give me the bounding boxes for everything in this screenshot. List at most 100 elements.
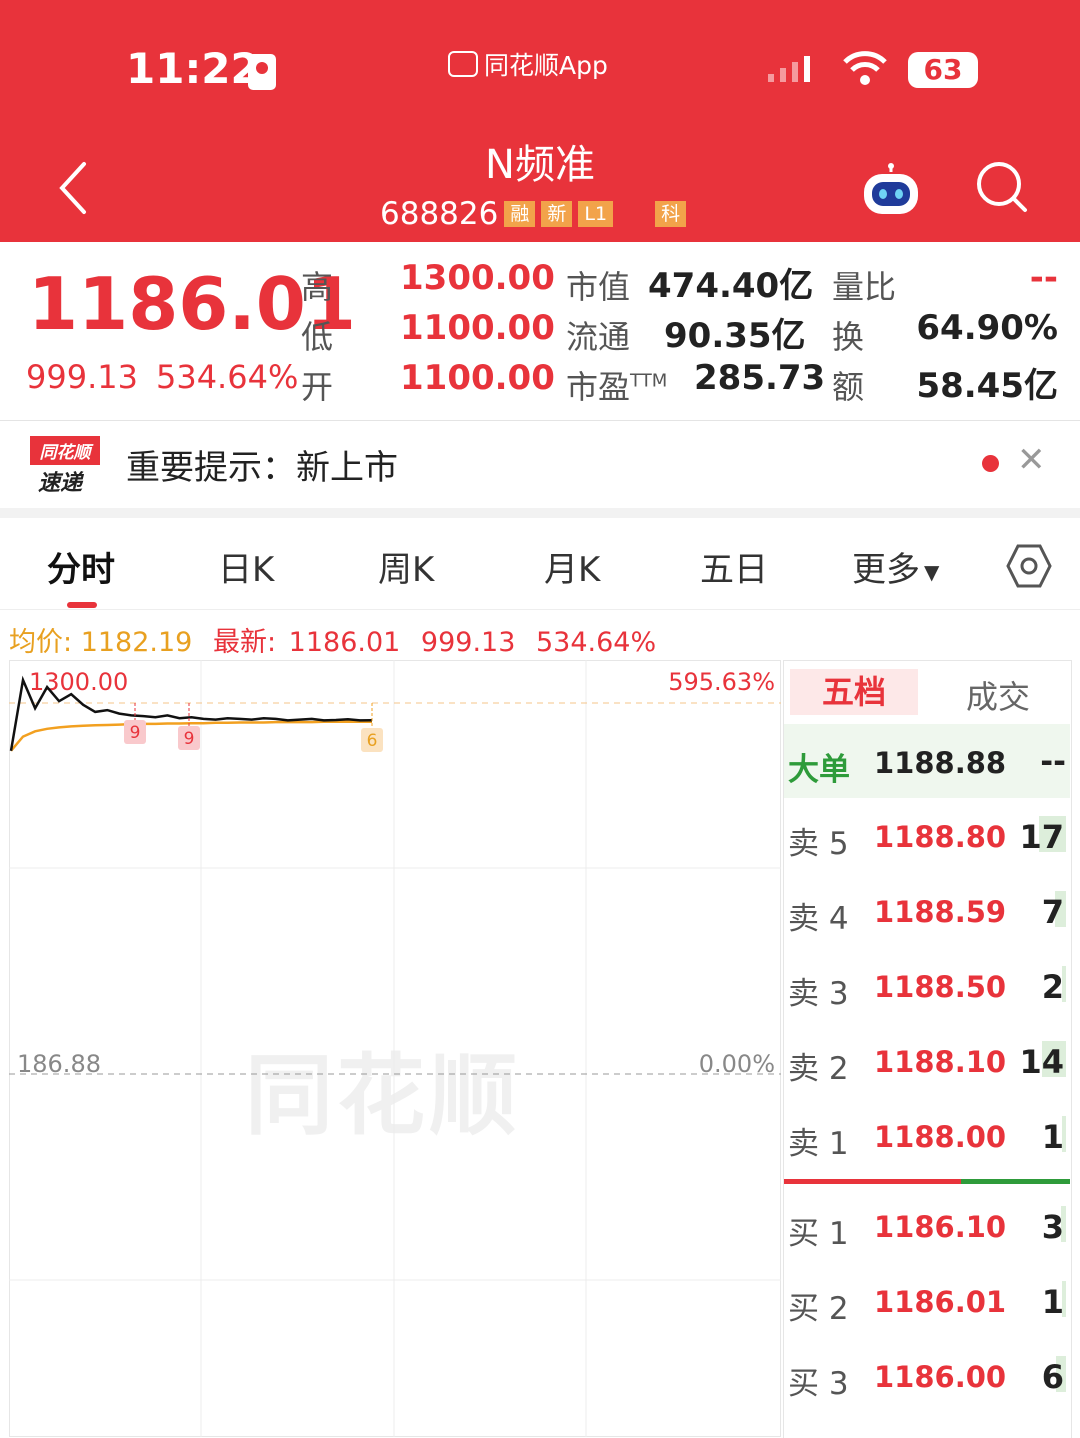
avg-label: 均价: (9, 627, 73, 658)
latest-change-pct: 534.64% (535, 627, 657, 658)
asks-level-volume: 2 (1041, 968, 1064, 1006)
bids-level-price[interactable]: 1186.00 (874, 1360, 1006, 1394)
pe-label: 市盈TTM (566, 362, 667, 408)
event-marker[interactable]: 9 (178, 703, 200, 750)
search-icon[interactable] (975, 160, 1029, 220)
notice-text[interactable]: 重要提示：新上市 (126, 440, 398, 489)
divider (0, 609, 1080, 610)
tab-daily-k[interactable]: 日K (218, 542, 274, 591)
stock-code: 688826 (380, 196, 499, 232)
float-label: 流通 (566, 318, 631, 356)
tab-five-day[interactable]: 五日 (700, 542, 768, 591)
vol-ratio-value: -- (1029, 258, 1058, 298)
app-icon (448, 51, 478, 77)
bids-level-volume: 3 (1041, 1208, 1064, 1246)
tab-monthly-k[interactable]: 月K (544, 542, 600, 591)
asks-level-volume: 17 (1019, 818, 1064, 856)
chart-frame (9, 660, 781, 1437)
asks-level-label: 卖 1 (788, 1126, 849, 1162)
intraday-chart[interactable]: 1300.00 595.63% 186.88 0.00% 9 9 6 (9, 660, 781, 1437)
asks-level-price[interactable]: 1188.50 (874, 970, 1006, 1004)
section-gap (0, 508, 1080, 518)
open-value: 1100.00 (400, 358, 555, 398)
bids-level-label: 买 2 (788, 1291, 849, 1327)
asks-level-label: 卖 3 (788, 976, 849, 1012)
asks-level-label: 卖 4 (788, 901, 849, 937)
ai-assistant-icon[interactable] (860, 162, 922, 222)
asks-level-label: 卖 5 (788, 826, 849, 862)
logo-line1: 同花顺 (30, 436, 100, 465)
change-percent: 534.64% (155, 358, 299, 396)
marker-label: 6 (367, 731, 378, 751)
bids-level-price[interactable]: 1186.10 (874, 1210, 1006, 1244)
big-order-volume: -- (1040, 744, 1066, 780)
low-label: 低 (301, 318, 334, 356)
tab-five-levels[interactable]: 五档 (790, 669, 918, 715)
float-value: 90.35亿 (664, 316, 806, 356)
unread-dot (982, 455, 999, 472)
tab-more-label: 更多 (852, 550, 920, 590)
pct-top-label: 595.63% (668, 668, 775, 696)
asks-level-price[interactable]: 1188.59 (874, 895, 1006, 929)
bid-ask-ratio-bar-red (784, 1179, 961, 1184)
vol-ratio-label: 量比 (832, 268, 897, 306)
latest-change: 999.13 (420, 627, 516, 658)
signal-icon (760, 52, 820, 92)
big-order-label: 大单 (788, 752, 850, 788)
high-value: 1300.00 (400, 258, 555, 298)
logo-line2: 速递 (38, 471, 83, 496)
low-value: 1100.00 (400, 308, 555, 348)
marker-label: 9 (184, 729, 195, 749)
asks-level-price[interactable]: 1188.80 (874, 820, 1006, 854)
status-time: 11:22 (126, 44, 260, 93)
big-order-price: 1188.88 (874, 746, 1007, 780)
amount-value: 58.45亿 (916, 366, 1058, 406)
chart-info-line: 均价: 1182.19 最新: 1186.01 999.13 534.64% (9, 620, 656, 659)
close-icon[interactable]: ✕ (1017, 440, 1046, 480)
avg-value: 1182.19 (80, 627, 193, 658)
open-label: 开 (301, 368, 334, 406)
stock-code-row: 688826 融 新 L1 科 (380, 196, 687, 232)
wifi-icon (840, 48, 890, 92)
pe-ttm: TTM (630, 370, 668, 392)
asks-level-price[interactable]: 1188.10 (874, 1045, 1006, 1079)
tag-new: 新 (541, 201, 573, 227)
pe-label-text: 市盈 (566, 368, 631, 406)
bids-level-label: 买 1 (788, 1216, 849, 1252)
tag-margin: 融 (504, 201, 536, 227)
latest-value: 1186.01 (288, 627, 401, 658)
status-app-label: 同花顺App (448, 46, 608, 82)
tag-star-market: 科 (655, 201, 687, 227)
turnover-label: 换 (832, 318, 865, 356)
contact-card-icon (248, 54, 276, 90)
caret-down-icon: ▼ (924, 559, 940, 584)
asks-level-volume: 14 (1019, 1043, 1064, 1081)
mcap-value: 474.40亿 (648, 266, 814, 306)
flash-news-logo: 同花顺 速递 (30, 436, 104, 496)
divider (0, 420, 1080, 421)
change-amount: 999.13 (26, 358, 138, 396)
bids-level-label: 买 3 (788, 1366, 849, 1402)
bids-level-volume: 1 (1041, 1283, 1064, 1321)
asks-level-volume: 1 (1041, 1118, 1064, 1156)
asks-level-price[interactable]: 1188.00 (874, 1120, 1006, 1154)
pe-value: 285.73 (694, 358, 826, 398)
bids-level-price[interactable]: 1186.01 (874, 1285, 1006, 1319)
bids-level-volume: 6 (1041, 1358, 1064, 1396)
high-label: 高 (301, 268, 334, 306)
tab-more[interactable]: 更多 ▼ (852, 542, 939, 591)
y-mid-label: 186.88 (17, 1050, 101, 1078)
battery-indicator: 63 (908, 52, 978, 88)
event-marker[interactable]: 9 (124, 703, 146, 744)
turnover-value: 64.90% (916, 308, 1058, 348)
marker-label: 9 (130, 723, 141, 743)
active-tab-indicator (67, 602, 97, 608)
tab-trades[interactable]: 成交 (966, 672, 1030, 718)
price-change: 999.13 534.64% (26, 358, 316, 396)
event-marker[interactable]: 6 (361, 703, 383, 752)
mcap-label: 市值 (566, 268, 631, 306)
tab-weekly-k[interactable]: 周K (378, 542, 434, 591)
tab-intraday[interactable]: 分时 (47, 542, 115, 591)
settings-icon[interactable] (1006, 543, 1052, 593)
asks-level-volume: 7 (1041, 893, 1064, 931)
